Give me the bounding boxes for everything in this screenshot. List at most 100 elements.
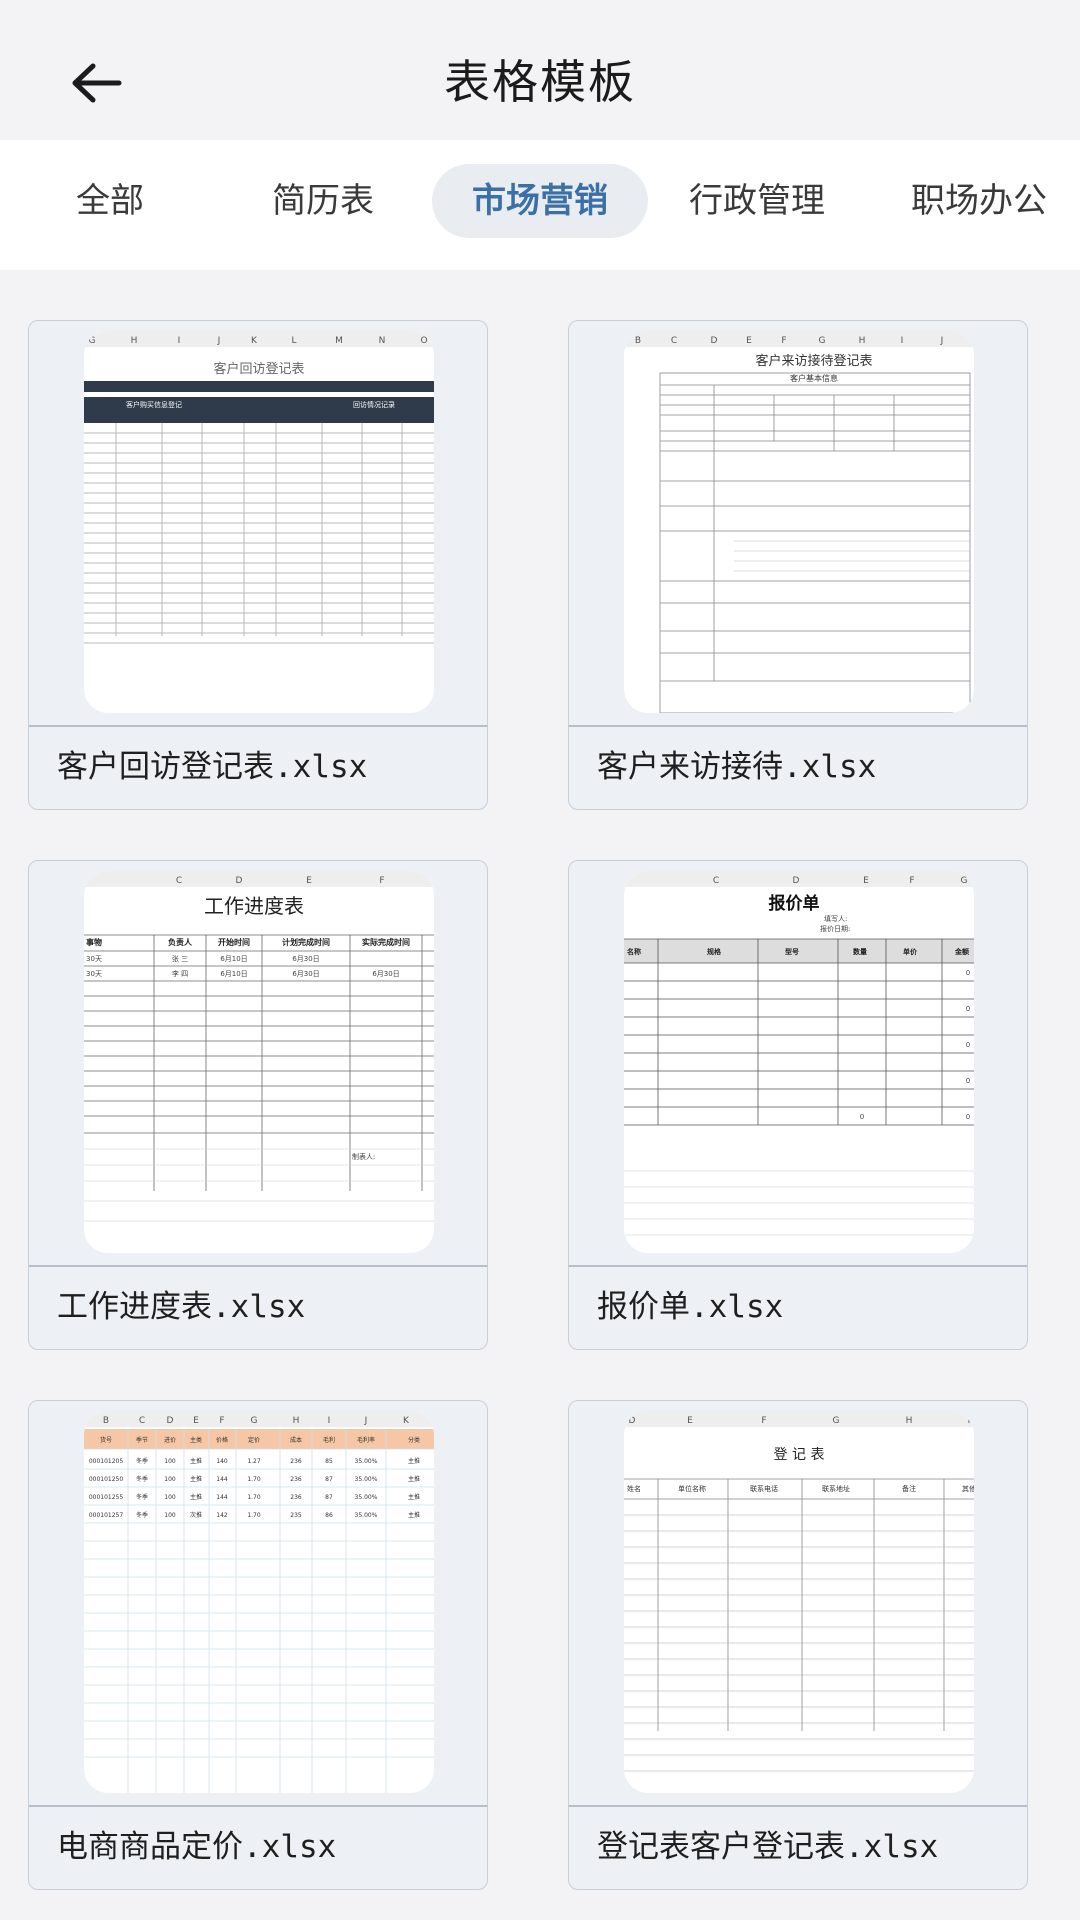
preview-header: 回访情况记录	[353, 400, 395, 409]
col-letter: G	[89, 336, 96, 346]
preview-cell: 主推	[190, 1475, 202, 1483]
preview-cell: 144	[216, 1476, 228, 1483]
col-letter: E	[746, 336, 752, 346]
col-letter: C	[713, 876, 719, 886]
col-letter: N	[379, 336, 386, 346]
template-card[interactable]: D E F G H I 登 记 表 姓名 单位名称 联系电话 联系地址 备注 其…	[568, 1400, 1028, 1890]
preview-cell: 30天	[86, 970, 102, 978]
preview-cell: 236	[290, 1476, 302, 1483]
col-letter: G	[819, 336, 826, 346]
preview-cell: 35.00%	[355, 1458, 378, 1465]
template-filename: 客户来访接待.xlsx	[597, 749, 877, 785]
tab-marketing[interactable]: 市场营销	[432, 164, 648, 238]
preview-cell: 100	[164, 1476, 176, 1483]
tab-resume[interactable]: 简历表	[248, 164, 398, 238]
preview-cell: 冬季	[136, 1493, 148, 1501]
preview-cell: 87	[325, 1476, 333, 1483]
preview-cell: 000101255	[89, 1494, 124, 1501]
col-letter: I	[178, 336, 181, 346]
template-preview: G H I J K L M N O 客户回访登记表 客户购买信息登记 回访情况记…	[84, 331, 434, 713]
col-letter: E	[687, 1416, 693, 1426]
preview-cell: 236	[290, 1494, 302, 1501]
preview-cell: 100	[164, 1458, 176, 1465]
card-divider	[29, 1265, 487, 1267]
col-letter: J	[940, 336, 944, 346]
preview-cell: 主推	[408, 1511, 420, 1519]
preview-col-header: 开始时间	[218, 937, 250, 947]
col-letter: H	[131, 336, 138, 346]
col-letter: G	[961, 876, 968, 886]
preview-col-header: 毛利	[323, 1436, 335, 1444]
preview-cell: 0	[966, 969, 970, 977]
tab-administration[interactable]: 行政管理	[672, 164, 842, 238]
preview-cell: 冬季	[136, 1457, 148, 1465]
top-bar: 表格模板	[0, 0, 1080, 140]
preview-footer: 制表人:	[352, 1152, 375, 1161]
tab-office[interactable]: 职场办公	[894, 164, 1064, 238]
category-tabs: 全部 简历表 市场营销 行政管理 职场办公	[0, 140, 1080, 270]
preview-cell: 142	[216, 1512, 228, 1519]
col-letter: B	[635, 336, 641, 346]
preview-cell: 0	[966, 1041, 970, 1049]
template-card[interactable]: C D E F G 报价单 填写人: 报价日期: 名称 规格 型号 数量 单价 …	[568, 860, 1028, 1350]
preview-col-header: 价格	[216, 1436, 228, 1444]
preview-cell: 100	[164, 1512, 176, 1519]
preview-cell: 6月10日	[220, 970, 247, 978]
preview-cell: 1.27	[247, 1458, 261, 1465]
col-letter: F	[781, 336, 786, 346]
preview-cell: 冬季	[136, 1475, 148, 1483]
preview-subline: 填写人:	[824, 914, 847, 923]
preview-cell: 235	[290, 1512, 302, 1519]
col-letter: I	[901, 336, 904, 346]
col-letter: J	[364, 1416, 368, 1426]
preview-col-header: 定价	[248, 1436, 260, 1444]
preview-cell: 86	[325, 1512, 333, 1519]
preview-cell: 000101205	[89, 1458, 124, 1465]
template-card[interactable]: G H I J K L M N O 客户回访登记表 客户购买信息登记 回访情况记…	[28, 320, 488, 810]
preview-cell: 6月10日	[220, 955, 247, 963]
template-filename: 客户回访登记表.xlsx	[57, 749, 368, 785]
preview-cell: 主推	[408, 1493, 420, 1501]
template-card[interactable]: B C D E F G H I J 客户来访接待登记表 客户基本信息 客户来访接…	[568, 320, 1028, 810]
template-filename: 登记表客户登记表.xlsx	[597, 1829, 939, 1865]
preview-col-header: 备注	[902, 1484, 916, 1493]
preview-title: 报价单	[769, 893, 820, 914]
preview-cell: 000101257	[89, 1512, 124, 1519]
preview-cell: 30天	[86, 955, 102, 963]
preview-cell: 1.70	[247, 1494, 261, 1501]
preview-title: 客户来访接待登记表	[755, 353, 872, 369]
template-card[interactable]: C D E F 工作进度表 事物 负责人 开始时间 计划完成时间 实际完成时间 …	[28, 860, 488, 1350]
preview-col-header: 单价	[903, 947, 918, 956]
page-title: 表格模板	[444, 55, 636, 109]
col-letter: D	[167, 1416, 174, 1426]
preview-cell: 0	[966, 1113, 970, 1121]
preview-cell: 35.00%	[355, 1476, 378, 1483]
col-letter: J	[217, 336, 221, 346]
col-letter: H	[906, 1416, 913, 1426]
template-filename: 报价单.xlsx	[597, 1289, 784, 1325]
card-divider	[569, 1265, 1027, 1267]
preview-col-header: 毛利率	[357, 1436, 375, 1444]
preview-title: 客户回访登记表	[213, 361, 304, 377]
col-letter: L	[291, 336, 296, 346]
preview-col-header: 进价	[164, 1436, 176, 1444]
preview-cell: 0	[860, 1113, 864, 1121]
preview-col-header: 实际完成时间	[362, 937, 410, 947]
preview-cell: 6月30日	[372, 970, 399, 978]
preview-cell: 张 三	[172, 954, 188, 963]
preview-cell: 6月30日	[292, 955, 319, 963]
preview-cell: 主推	[190, 1493, 202, 1501]
tab-all[interactable]: 全部	[50, 164, 170, 238]
template-preview: C D E F 工作进度表 事物 负责人 开始时间 计划完成时间 实际完成时间 …	[84, 871, 434, 1253]
col-letter: F	[761, 1416, 766, 1426]
template-card[interactable]: B C D E F G H I J K 货号 季节 进价 主类 价格 定价 成本…	[28, 1400, 488, 1890]
preview-col-header: 姓名	[627, 1484, 641, 1493]
preview-col-header: 分类	[408, 1436, 420, 1444]
col-letter: G	[251, 1416, 258, 1426]
preview-cell: 140	[216, 1458, 228, 1465]
template-filename: 电商商品定价.xlsx	[57, 1829, 337, 1865]
preview-cell: 冬季	[136, 1511, 148, 1519]
col-letter: F	[379, 876, 384, 886]
preview-cell: 1.70	[247, 1476, 261, 1483]
template-preview: B C D E F G H I J K 货号 季节 进价 主类 价格 定价 成本…	[84, 1411, 434, 1793]
